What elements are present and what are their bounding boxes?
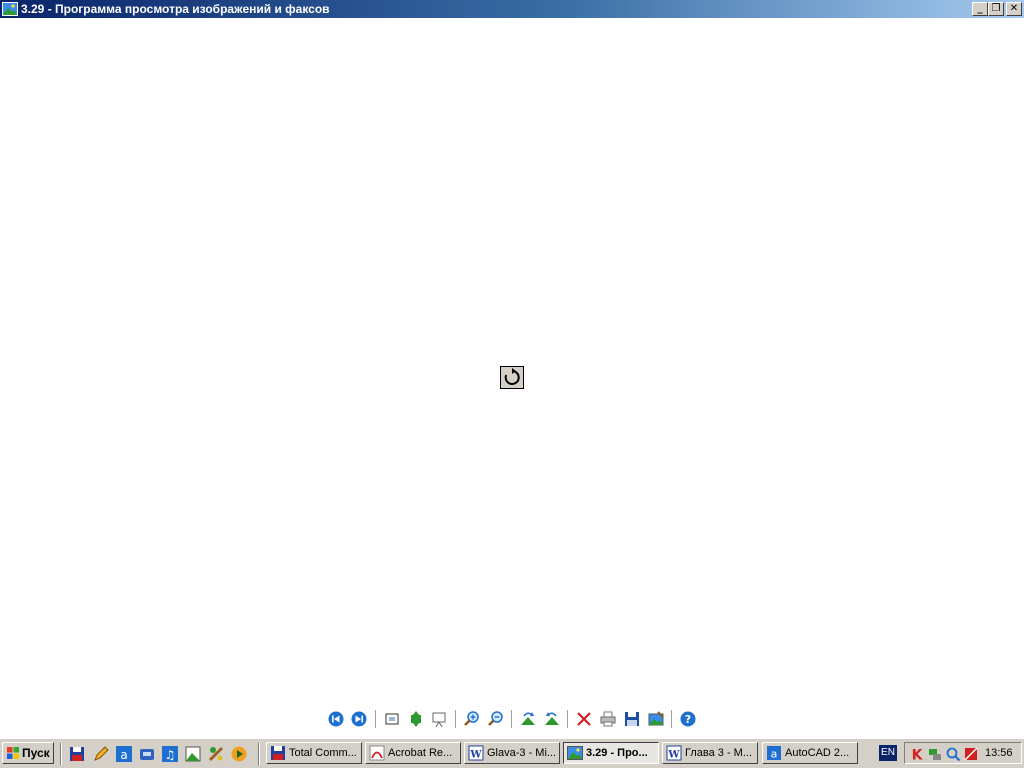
help-icon: ? bbox=[680, 711, 696, 727]
search-icon[interactable] bbox=[945, 746, 961, 762]
pencil-icon[interactable] bbox=[92, 745, 110, 763]
best-fit-button[interactable] bbox=[382, 709, 402, 729]
svg-text:W: W bbox=[469, 750, 482, 761]
save-button[interactable] bbox=[622, 709, 642, 729]
actual-size-button[interactable] bbox=[406, 709, 426, 729]
task-total-commander[interactable]: Total Comm... bbox=[266, 742, 362, 764]
title-bar[interactable]: 3.29 - Программа просмотра изображений и… bbox=[0, 0, 1024, 18]
slideshow-icon bbox=[432, 712, 446, 728]
open-for-editing-button[interactable] bbox=[646, 709, 666, 729]
task-image-viewer[interactable]: 3.29 - Про... bbox=[563, 742, 659, 764]
task-label: Glava-3 - Mi... bbox=[487, 747, 557, 759]
task-label: AutoCAD 2... bbox=[785, 747, 850, 759]
save-icon bbox=[625, 712, 639, 726]
image-viewer-icon bbox=[567, 745, 583, 761]
start-button[interactable]: Пуск bbox=[2, 742, 54, 764]
kaspersky-icon[interactable]: K bbox=[909, 746, 925, 763]
system-tray: K 13:56 bbox=[904, 742, 1022, 764]
windows-logo-icon bbox=[6, 746, 20, 760]
help-button[interactable]: ? bbox=[678, 709, 698, 729]
delete-button[interactable] bbox=[574, 709, 594, 729]
minimize-button[interactable]: _ bbox=[972, 2, 988, 16]
network-icon[interactable] bbox=[927, 746, 943, 762]
svg-text:♫: ♫ bbox=[165, 748, 176, 762]
print-button[interactable] bbox=[598, 709, 618, 729]
task-autocad[interactable]: a AutoCAD 2... bbox=[762, 742, 858, 764]
task-word-glava3-ru[interactable]: W Глава 3 - M... bbox=[662, 742, 758, 764]
task-label: 3.29 - Про... bbox=[586, 747, 648, 759]
zoom-in-button[interactable] bbox=[462, 709, 482, 729]
task-word-glava3[interactable]: W Glava-3 - Mi... bbox=[464, 742, 560, 764]
folder-tree-icon[interactable] bbox=[184, 745, 202, 763]
rotate-ccw-icon bbox=[545, 712, 559, 725]
maximize-button[interactable]: ❐ bbox=[988, 2, 1004, 16]
print-icon bbox=[600, 711, 616, 727]
actual-size-icon bbox=[411, 711, 421, 727]
autocad-icon: a bbox=[766, 745, 782, 761]
floppy-icon[interactable] bbox=[68, 745, 86, 763]
task-label: Total Comm... bbox=[289, 747, 357, 759]
tools-icon[interactable] bbox=[207, 745, 225, 763]
clock[interactable]: 13:56 bbox=[985, 747, 1013, 759]
previous-icon bbox=[328, 711, 344, 727]
svg-text:?: ? bbox=[685, 713, 691, 726]
previous-image-button[interactable] bbox=[326, 709, 346, 729]
slideshow-button[interactable] bbox=[429, 709, 449, 729]
rotate-refresh-icon bbox=[500, 366, 524, 389]
task-label: Acrobat Re... bbox=[388, 747, 453, 759]
word-icon: W bbox=[468, 745, 484, 761]
music-icon[interactable]: ♫ bbox=[161, 745, 179, 763]
app-a-icon[interactable]: a bbox=[115, 745, 133, 763]
start-label: Пуск bbox=[22, 746, 50, 760]
image-viewer-icon bbox=[2, 1, 18, 17]
taskbar: Пуск a ♫ Total Comm... Acrobat Re... W G… bbox=[0, 738, 1024, 768]
next-icon bbox=[351, 711, 367, 727]
rotate-clockwise-button[interactable] bbox=[518, 709, 538, 729]
edit-image-icon bbox=[648, 711, 664, 726]
phone-icon[interactable] bbox=[138, 745, 156, 763]
language-indicator[interactable]: EN bbox=[879, 745, 897, 761]
acrobat-icon bbox=[369, 745, 385, 761]
disabled-icon[interactable] bbox=[963, 746, 979, 762]
zoom-in-icon bbox=[464, 711, 479, 726]
window-title: 3.29 - Программа просмотра изображений и… bbox=[21, 2, 330, 16]
best-fit-icon bbox=[385, 713, 399, 725]
close-button[interactable]: ✕ bbox=[1006, 2, 1022, 16]
svg-text:W: W bbox=[667, 750, 680, 761]
viewer-toolbar: ? bbox=[0, 708, 1024, 730]
rotate-counterclockwise-button[interactable] bbox=[542, 709, 562, 729]
image-display-area bbox=[0, 18, 1024, 710]
floppy-icon bbox=[270, 745, 286, 761]
svg-text:a: a bbox=[771, 748, 778, 761]
task-label: Глава 3 - M... bbox=[685, 747, 752, 759]
svg-text:K: K bbox=[912, 748, 924, 763]
zoom-out-button[interactable] bbox=[486, 709, 506, 729]
rotate-cw-icon bbox=[521, 712, 535, 725]
delete-icon bbox=[577, 712, 591, 726]
next-image-button[interactable] bbox=[349, 709, 369, 729]
media-player-icon[interactable] bbox=[230, 745, 248, 763]
zoom-out-icon bbox=[488, 711, 503, 726]
task-acrobat-reader[interactable]: Acrobat Re... bbox=[365, 742, 461, 764]
svg-text:a: a bbox=[120, 748, 127, 762]
word-icon: W bbox=[666, 745, 682, 761]
